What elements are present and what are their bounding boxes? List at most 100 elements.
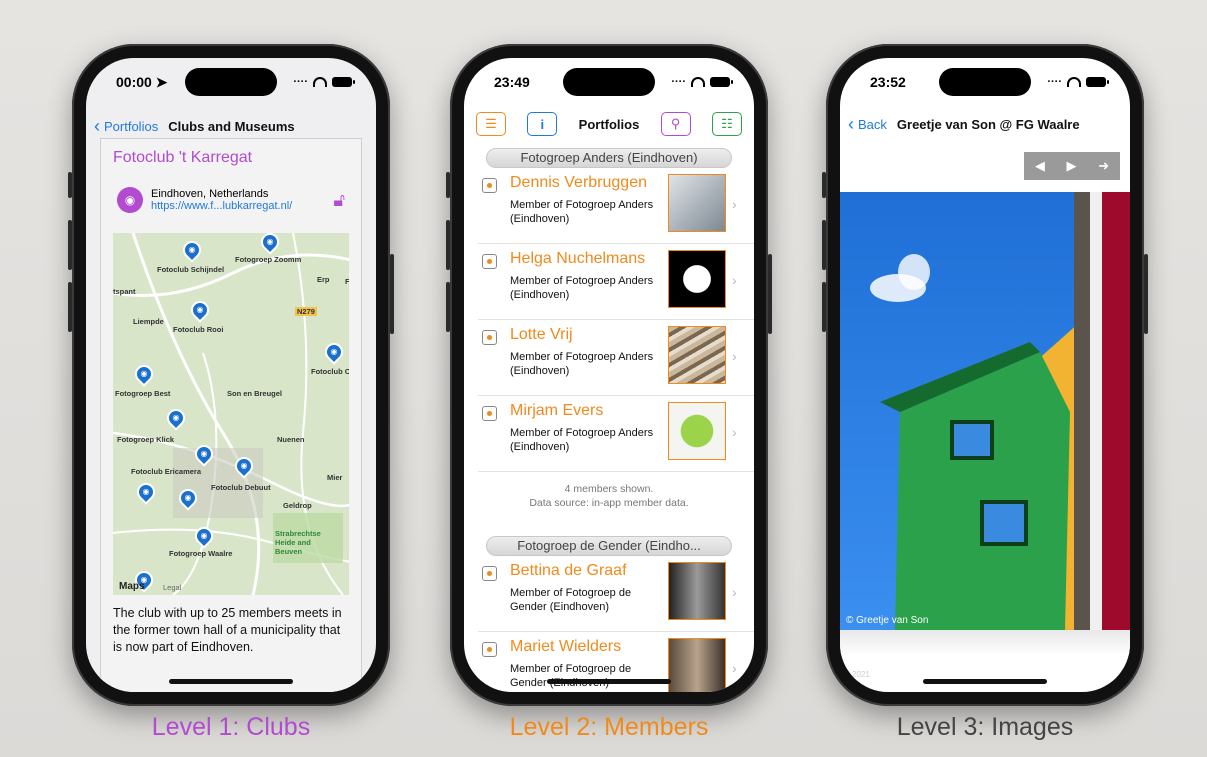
home-indicator[interactable] [923,679,1047,684]
club-info-row: ◉ Eindhoven, Netherlands https://www.f..… [117,187,345,213]
member-club: Member of Fotogroep de Gender (Eindhoven… [510,663,632,689]
image-year: 2021 [852,670,870,679]
member-club: Member of Fotogroep Anders (Eindhoven) [510,427,654,453]
member-name: Bettina de Graaf [510,562,627,579]
maps-logo: Maps [119,581,145,592]
map-label: tspant [113,287,136,296]
member-row[interactable]: Dennis Verbruggen Member of Fotogroep An… [478,168,754,244]
status-time: 23:52 [870,74,906,90]
play-icon[interactable]: ▶ [1067,158,1077,174]
map-label: Fotoclub Debuut [211,483,271,492]
map-label: Geldrop [283,501,312,510]
member-row[interactable]: Helga Nuchelmans Member of Fotogroep And… [478,244,754,320]
chevron-left-icon: ‹ [848,113,854,134]
dynamic-island [939,68,1031,96]
chevron-right-icon: › [732,660,737,676]
map-label: Fotogroep Best [115,389,171,398]
map-label: Fotogroep Zoomm [235,255,302,264]
back-button[interactable]: ‹ Back [848,114,887,135]
next-arrow-icon[interactable]: ➜ [1098,158,1109,174]
club-location: Eindhoven, Netherlands [151,188,269,200]
club-name: Fotoclub 't Karregat [113,149,253,166]
member-row[interactable]: Bettina de Graaf Member of Fotogroep de … [478,556,754,632]
image-controls: ◀ ▶ ➜ [1024,152,1120,180]
phone-images: 23:52 ···· ‹ Back Greetje van Son @ FG Wa… [822,44,1148,706]
nav-bar: ‹ Back Greetje van Son @ FG Waalre [840,106,1130,142]
checkbox[interactable] [482,566,497,581]
club-url-link[interactable]: https://www.f...lubkarregat.nl/ [151,200,292,212]
portfolio-image[interactable]: © Greetje van Son [840,192,1130,630]
battery-icon [710,77,733,87]
back-button[interactable]: ‹ Portfolios [94,116,158,137]
chevron-right-icon: › [732,348,737,364]
home-indicator[interactable] [169,679,293,684]
image-reflection [840,630,1130,656]
battery-icon [332,77,355,87]
chevron-right-icon: › [732,272,737,288]
legal-link[interactable]: Legal [163,583,181,592]
map-label: Fo [345,277,349,286]
checkbox[interactable] [482,254,497,269]
page-title: Clubs and Museums [168,118,295,134]
member-thumbnail [668,562,726,620]
member-thumbnail [668,402,726,460]
map-label: Liempde [133,317,164,326]
camera-icon: ◉ [117,187,143,213]
club-card[interactable]: Fotoclub 't Karregat ◉ Eindhoven, Nether… [100,138,362,692]
data-source: Data source: in-app member data. [529,497,689,509]
map-label: Fotogroep Waalre [169,549,233,558]
member-list[interactable]: Fotogroep Anders (Eindhoven) Dennis Verb… [464,144,754,692]
map-label: Son en Breugel [227,389,283,398]
member-name: Helga Nuchelmans [510,250,646,267]
member-row[interactable]: Lotte Vrij Member of Fotogroep Anders (E… [478,320,754,396]
dynamic-island [563,68,655,96]
dynamic-island [185,68,277,96]
member-row[interactable]: Mirjam Evers Member of Fotogroep Anders … [478,396,754,472]
map-label: Mier [327,473,343,482]
map-label: Fotogroep Klick [117,435,175,444]
member-club: Member of Fotogroep Anders (Eindhoven) [510,275,654,301]
wifi-icon [691,77,705,87]
road-label: N279 [295,307,317,316]
previous-arrow-icon[interactable]: ◀ [1035,158,1045,174]
member-club: Member of Fotogroep de Gender (Eindhoven… [510,587,632,613]
member-club: Member of Fotogroep Anders (Eindhoven) [510,199,654,225]
photo-credit: © Greetje van Son [846,615,929,626]
map-label: Nuenen [277,435,305,444]
home-indicator[interactable] [547,679,671,684]
checkbox[interactable] [482,642,497,657]
checkbox[interactable] [482,178,497,193]
contact-card-icon: ☷ [721,116,733,131]
lock-icon[interactable]: 🔓︎ [333,190,345,211]
back-label: Portfolios [104,118,159,134]
settings-sliders-button[interactable]: ☰ [476,112,506,136]
chevron-left-icon: ‹ [94,115,100,136]
member-name: Mariet Wielders [510,638,622,655]
status-time: 23:49 [494,74,530,90]
map-label: Strabrechtse Heide and Beuven [275,529,321,556]
member-thumbnail [668,326,726,384]
chevron-right-icon: › [732,424,737,440]
page-title: Portfolios [578,116,640,132]
signal-icon: ···· [1047,76,1062,88]
screen-clubs: 00:00 ➤ ···· ‹ Portfolios Clubs and Museu… [86,58,376,692]
checkbox[interactable] [482,406,497,421]
contacts-button[interactable]: ☷ [711,112,742,136]
member-thumbnail [668,174,726,232]
phone-clubs: 00:00 ➤ ···· ‹ Portfolios Clubs and Museu… [68,44,394,706]
member-name: Mirjam Evers [510,402,604,419]
map-pin-icon: ⚲ [670,116,681,131]
chevron-right-icon: › [732,196,737,212]
info-button[interactable]: i [527,112,558,136]
member-thumbnail [668,638,726,692]
map-label: Fotoclub Schijndel [157,265,225,274]
status-time: 00:00 [116,73,152,90]
location-arrow-icon: ➤ [155,73,168,90]
location-button[interactable]: ⚲ [660,112,691,136]
wifi-icon [1067,77,1081,87]
caption-images: Level 3: Images [896,713,1074,741]
club-map[interactable]: ◉ ◉ ◉ ◉ ◉ ◉ ◉ ◉ ◉ ◉ ◉ ◉ Fotoclub Schijnd… [113,233,349,595]
screen-images: 23:52 ···· ‹ Back Greetje van Son @ FG Wa… [840,58,1130,692]
member-club: Member of Fotogroep Anders (Eindhoven) [510,351,654,377]
checkbox[interactable] [482,330,497,345]
